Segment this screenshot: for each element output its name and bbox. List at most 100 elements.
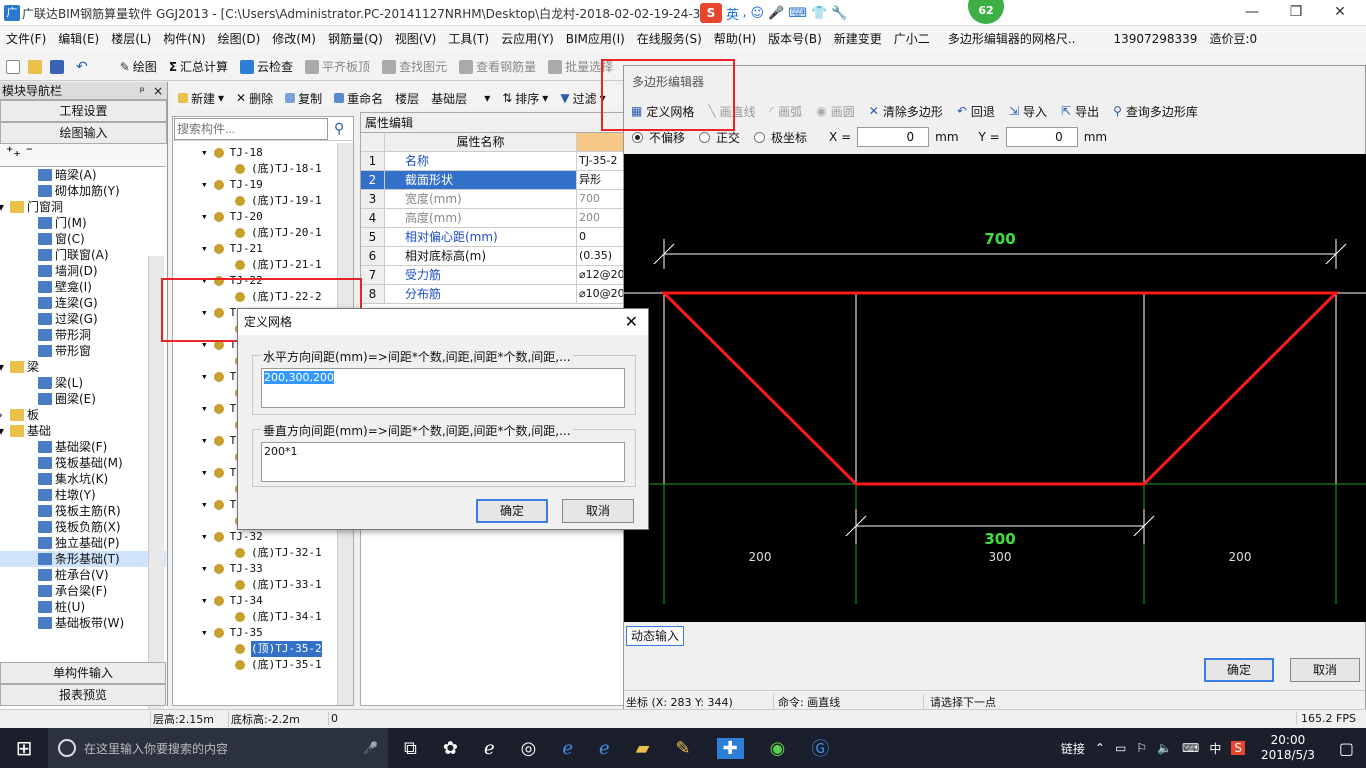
undo-icon[interactable]: ↶ (76, 59, 88, 75)
input-lang[interactable]: 中 (1209, 740, 1221, 757)
summary-calc-button[interactable]: Σ 汇总计算 (163, 58, 234, 75)
dynamic-input-toggle[interactable]: 动态输入 (626, 626, 684, 646)
property-value[interactable]: ⌀12@20 (577, 266, 623, 284)
dialog-ok-button[interactable]: 确定 (476, 499, 548, 523)
nav-tree-item[interactable]: 梁(L) (0, 375, 166, 391)
draw-input-button[interactable]: 绘图输入 (0, 122, 167, 144)
component-expand-icon[interactable]: ▾ (201, 401, 208, 417)
component-sub-item[interactable]: (底)TJ-35-1 (173, 657, 353, 673)
menu-tools[interactable]: 工具(T) (442, 26, 495, 52)
y-input[interactable]: 0 (1005, 127, 1078, 147)
property-value[interactable]: TJ-35-2 (577, 152, 623, 170)
property-value[interactable]: 0 (577, 228, 623, 246)
component-expand-icon[interactable]: ▾ (201, 369, 208, 385)
component-item[interactable]: ▾ TJ-21 (173, 241, 353, 257)
editor-cancel-button[interactable]: 取消 (1290, 658, 1360, 682)
nav-tree-item[interactable]: 筏板负筋(X) (0, 519, 166, 535)
nav-tree-item[interactable]: ▾ 基础 (0, 423, 166, 439)
floor-select[interactable]: 基础层 ▾ (425, 90, 496, 107)
no-offset-radio[interactable] (632, 131, 643, 143)
mic-taskbar-icon[interactable]: 🎤 (363, 741, 378, 755)
expand-collapse-icon[interactable]: ⁺₊ ⁻ (0, 144, 167, 164)
component-sub-item[interactable]: (底)TJ-21-1 (173, 257, 353, 273)
polygon-canvas[interactable]: 200 300 200 700 300 (624, 154, 1366, 622)
component-expand-icon[interactable]: ▾ (201, 465, 208, 481)
keyboard-tray-icon[interactable]: ⌨ (1182, 741, 1199, 755)
menu-modify[interactable]: 修改(M) (266, 26, 322, 52)
property-tab[interactable]: 属性编辑 (361, 113, 623, 133)
mic-icon[interactable]: 🎤 (768, 6, 784, 21)
find-element-button[interactable]: 查找图元 (376, 58, 453, 75)
menu-draw[interactable]: 绘图(D) (212, 26, 267, 52)
tree-expand-icon[interactable]: ▾ (0, 423, 10, 439)
component-sub-item[interactable]: (底)TJ-32-1 (173, 545, 353, 561)
horizontal-spacing-input[interactable]: 200,300,200 (261, 368, 625, 408)
component-item[interactable]: ▾ TJ-20 (173, 209, 353, 225)
sogou-icon[interactable]: S (700, 3, 722, 23)
delete-button[interactable]: ✕ 删除 (230, 90, 279, 107)
ie-app-icon[interactable]: ℯ (484, 738, 495, 759)
minimize-icon[interactable]: — (1230, 0, 1274, 26)
component-sub-item[interactable]: (底)TJ-34-1 (173, 609, 353, 625)
nav-tree-item[interactable]: 桩承台(V) (0, 567, 166, 583)
editor-tool-search[interactable]: ⚲ 查询多边形库 (1106, 103, 1205, 120)
menu-edit[interactable]: 编辑(E) (52, 26, 105, 52)
menu-online[interactable]: 在线服务(S) (631, 26, 708, 52)
nav-tree-item[interactable]: 独立基础(P) (0, 535, 166, 551)
taskbar-search[interactable]: 在这里输入你要搜索的内容 🎤 (48, 728, 388, 768)
nav-tree-item[interactable]: 暗梁(A) (0, 167, 166, 183)
component-sub-item[interactable]: (底)TJ-33-1 (173, 577, 353, 593)
nav-tree-item[interactable]: 墙洞(D) (0, 263, 166, 279)
open-folder-icon[interactable] (28, 59, 42, 74)
property-row[interactable]: 2 截面形状 异形 (361, 171, 623, 190)
pin-icon[interactable]: ᵖ (140, 82, 145, 100)
component-expand-icon[interactable]: ▾ (201, 145, 208, 161)
nav-tree-item[interactable]: 带形窗 (0, 343, 166, 359)
skin-icon[interactable]: 👕 (811, 6, 827, 21)
property-row[interactable]: 7 受力筋 ⌀12@20 (361, 266, 623, 285)
editor-tool-export[interactable]: ⇱ 导出 (1054, 103, 1106, 120)
punct-icon[interactable]: ⸴ (743, 4, 746, 22)
view-rebar-button[interactable]: 查看钢筋量 (453, 58, 542, 75)
menu-version[interactable]: 版本号(B) (762, 26, 828, 52)
project-settings-button[interactable]: 工程设置 (0, 100, 167, 122)
new-file-icon[interactable] (6, 59, 20, 74)
new-button[interactable]: 新建 ▾ (172, 90, 230, 107)
component-sub-item[interactable]: (底)TJ-20-1 (173, 225, 353, 241)
nav-tree-item[interactable]: 承台梁(F) (0, 583, 166, 599)
polygon-drawing[interactable]: 200 300 200 700 300 (624, 154, 1366, 622)
cloud-check-button[interactable]: 云检查 (234, 58, 299, 75)
menu-view[interactable]: 视图(V) (389, 26, 443, 52)
green-app-icon[interactable]: ◉ (770, 738, 786, 759)
align-slab-button[interactable]: 平齐板顶 (299, 58, 376, 75)
nav-tree-item[interactable]: 筏板基础(M) (0, 455, 166, 471)
menu-new-change[interactable]: 新建变更 (828, 26, 888, 52)
nav-tree-item[interactable]: 过梁(G) (0, 311, 166, 327)
spiral-app-icon[interactable]: ◎ (521, 738, 537, 759)
nav-tree-item[interactable]: 条形基础(T) (0, 551, 166, 567)
sort-button[interactable]: ⇅ 排序 ▾ (496, 90, 554, 107)
nav-tree-item[interactable]: ▾ 门窗洞 (0, 199, 166, 215)
report-preview-button[interactable]: 报表预览 (0, 684, 166, 706)
property-value[interactable]: 异形 (577, 171, 623, 189)
property-row[interactable]: 8 分布筋 ⌀10@20 (361, 285, 623, 304)
menu-floor[interactable]: 楼层(L) (105, 26, 157, 52)
nav-tree-item[interactable]: 柱墩(Y) (0, 487, 166, 503)
property-row[interactable]: 5 相对偏心距(mm) 0 (361, 228, 623, 247)
menu-component[interactable]: 构件(N) (157, 26, 211, 52)
nav-tree-item[interactable]: 圈梁(E) (0, 391, 166, 407)
menu-guangxiaoer[interactable]: 广小二 (888, 26, 936, 52)
polar-radio[interactable] (754, 131, 766, 143)
volume-icon[interactable]: 🔈 (1157, 741, 1172, 755)
component-expand-icon[interactable]: ▾ (201, 209, 208, 225)
component-expand-icon[interactable]: ▾ (201, 177, 208, 193)
ortho-radio[interactable] (699, 131, 711, 143)
vertical-spacing-input[interactable]: 200*1 (261, 442, 625, 482)
property-value[interactable]: ⌀10@20 (577, 285, 623, 303)
component-item[interactable]: ▾ TJ-33 (173, 561, 353, 577)
editor-tool-clear[interactable]: ✕ 清除多边形 (862, 103, 950, 120)
battery-icon[interactable]: ▭ (1115, 741, 1126, 755)
tree-expand-icon[interactable]: ▾ (0, 199, 10, 215)
ie-browser-icon[interactable]: ℯ (599, 738, 610, 759)
component-expand-icon[interactable]: ▾ (201, 433, 208, 449)
